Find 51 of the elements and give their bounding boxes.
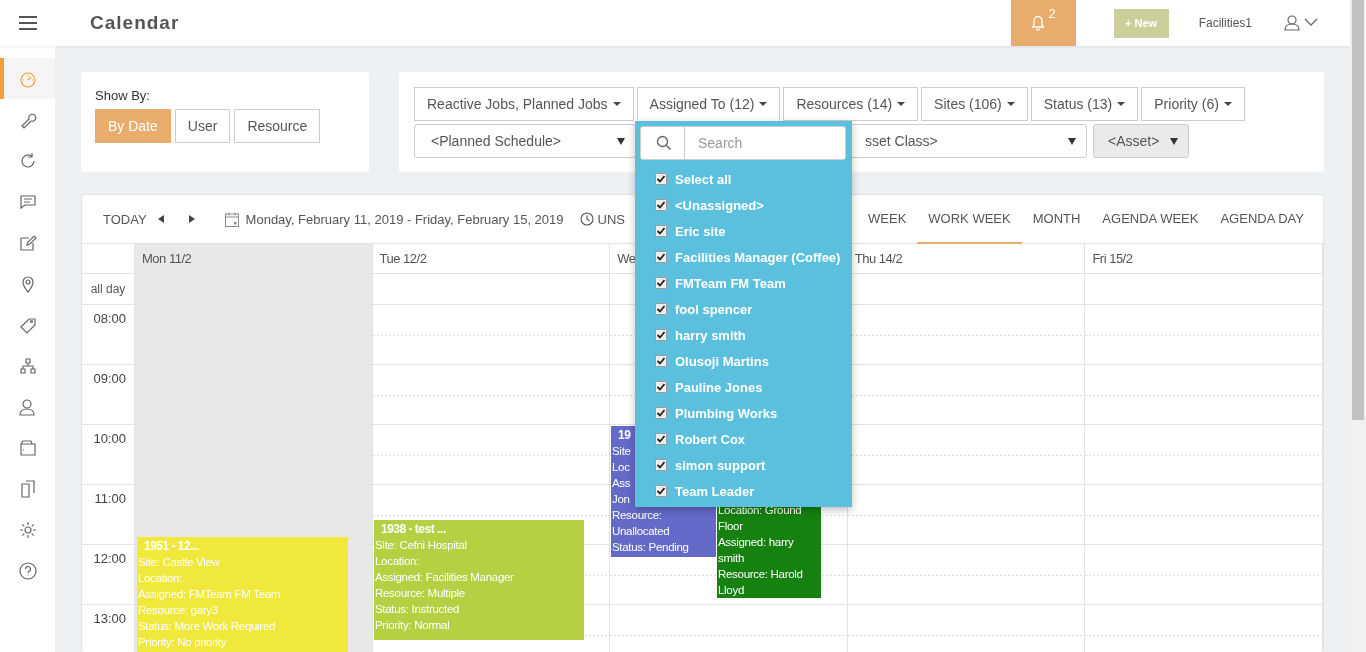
show-by-option[interactable]: User <box>174 109 231 143</box>
time-label: 11:00 <box>94 491 126 506</box>
checkbox[interactable] <box>655 199 667 211</box>
clock-icon <box>579 212 594 226</box>
all-day-label: all day <box>90 282 126 296</box>
day-header: Tue 12/2 <box>372 244 611 273</box>
checkbox[interactable] <box>655 329 667 341</box>
filter-dropdown[interactable]: Sites (106) <box>921 87 1028 121</box>
time-label: 12:00 <box>93 551 126 566</box>
checkbox[interactable] <box>655 433 667 445</box>
date-range: Monday, February 11, 2019 - Friday, February 15, 2019 <box>245 211 564 227</box>
user-name[interactable]: Facilities1 <box>1198 16 1252 30</box>
filter-dropdown[interactable]: Reactive Jobs, Planned Jobs <box>414 87 634 121</box>
unscheduled-button[interactable]: UNS <box>597 211 625 227</box>
bell-icon <box>1030 15 1045 31</box>
day-header: Fri 15/2 <box>1085 244 1323 273</box>
checkbox[interactable] <box>655 485 667 497</box>
time-label: 09:00 <box>93 371 126 386</box>
search-field[interactable]: Search <box>640 126 846 160</box>
filter-dropdown[interactable]: Priority (6) <box>1141 87 1245 121</box>
menu-icon[interactable] <box>18 15 38 31</box>
time-label: 08:00 <box>93 311 126 326</box>
checkbox[interactable] <box>655 303 667 315</box>
search-icon <box>656 135 672 151</box>
checkbox[interactable] <box>655 381 667 393</box>
time-label: 13:00 <box>93 611 126 626</box>
day-header: Thu 14/2 <box>847 244 1086 273</box>
filter-dropdown[interactable]: Status (13) <box>1030 87 1139 121</box>
select-field[interactable]: <Planned Schedule> <box>414 124 636 158</box>
view-tab[interactable]: AGENDA DAY <box>1209 195 1315 244</box>
filter-dropdown[interactable]: Assigned To (12) <box>636 87 781 121</box>
view-tab[interactable]: AGENDA WEEK <box>1091 195 1210 244</box>
day-header: Mon 11/2 <box>135 244 373 273</box>
view-tab[interactable]: WORK WEEK <box>917 195 1022 244</box>
user-menu-icon[interactable] <box>1284 15 1320 31</box>
checkbox[interactable] <box>655 225 667 237</box>
checkbox[interactable] <box>655 355 667 367</box>
checkbox[interactable] <box>655 277 667 289</box>
show-by-option[interactable]: Resource <box>234 109 321 143</box>
time-label: 10:00 <box>93 431 126 446</box>
checkbox[interactable] <box>655 251 667 263</box>
checkbox[interactable] <box>655 459 667 471</box>
checkbox[interactable] <box>655 173 667 185</box>
checkbox[interactable] <box>655 407 667 419</box>
page-title: Calendar <box>90 12 180 34</box>
today-button[interactable]: TODAY <box>103 211 147 227</box>
show-by-label: Show By: <box>95 88 151 103</box>
view-tab[interactable]: WEEK <box>857 195 918 244</box>
calendar-icon <box>224 211 239 227</box>
view-tab[interactable]: MONTH <box>1021 195 1092 244</box>
filter-dropdown[interactable]: Resources (14) <box>783 87 919 121</box>
